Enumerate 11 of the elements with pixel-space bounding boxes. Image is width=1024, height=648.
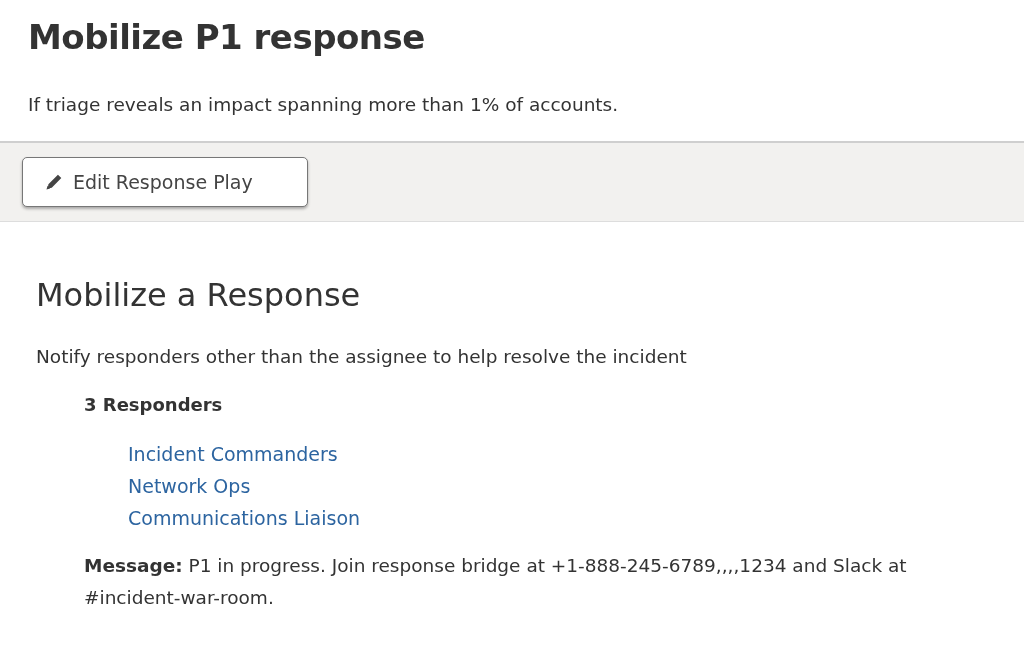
message-text: Message: P1 in progress. Join response bridge at +1-888-245-6789,,,,1234 and Slack at #incident-war-room. [84,554,908,610]
section-description: Notify responders other than the assignee to help resolve the incident [36,345,688,369]
page-description: If triage reveals an impact spanning more than 1% of accounts. [28,93,620,117]
responder-link[interactable]: Communications Liaison [128,502,361,534]
responders-count: 3 Responders [84,393,224,417]
edit-response-play-button[interactable]: Edit Response Play [22,157,308,207]
responder-link[interactable]: Network Ops [128,470,251,502]
responder-link[interactable]: Incident Commanders [128,438,338,470]
page-title: Mobilize P1 response [28,16,426,59]
section-heading: Mobilize a Response [36,275,362,316]
pencil-icon [45,173,63,191]
